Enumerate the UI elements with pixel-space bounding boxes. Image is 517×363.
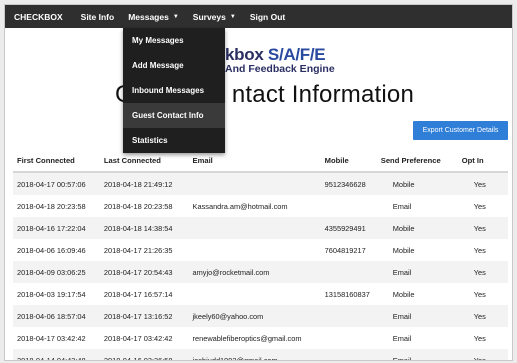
- table-row: 2018-04-09 03:06:25 2018-04-17 20:54:43 …: [13, 261, 508, 283]
- table-cell: [324, 305, 381, 327]
- table-row: 2018-04-17 00:57:06 2018-04-18 21:49:12 …: [13, 172, 508, 195]
- guest-contact-table: First Connected Last Connected Email Mob…: [13, 150, 508, 360]
- export-customer-details-button[interactable]: Export Customer Details: [413, 121, 508, 140]
- nav-messages-label: Messages: [128, 11, 169, 22]
- table-cell: [325, 327, 381, 349]
- table-cell: 2018-04-17 03:42:42: [103, 333, 173, 343]
- app-logo: kbox S/A/F/E And Feedback Engine: [225, 46, 335, 75]
- top-navbar: CHECKBOX Site Info Messages ▼ Surveys ▼ …: [5, 5, 512, 28]
- table-cell: Mobile: [392, 289, 415, 299]
- table-cell: [192, 172, 325, 195]
- table-cell: 2018-04-03 19:17:54: [17, 289, 86, 299]
- nav-surveys-label: Surveys: [192, 11, 226, 22]
- nav-surveys[interactable]: Surveys ▼: [193, 12, 236, 22]
- table-cell: Email: [392, 201, 412, 211]
- table-cell: 9512346628: [324, 172, 381, 195]
- table-cell: 2018-04-18 20:23:58: [103, 201, 173, 211]
- table-cell: Yes: [461, 305, 508, 327]
- table-cell: 2018-04-18 14:38:54: [103, 217, 193, 239]
- table-cell: Yes: [473, 201, 486, 211]
- nav-messages[interactable]: Messages ▼: [128, 12, 179, 22]
- table-cell: Mobile: [392, 245, 415, 255]
- table-cell: Email: [380, 261, 462, 283]
- table-cell: 4355929491: [324, 217, 381, 239]
- table-row: 2018-04-17 03:42:42 2018-04-17 03:42:42 …: [13, 327, 508, 349]
- table-header-row: First Connected Last Connected Email Mob…: [13, 150, 508, 173]
- logo-subtitle: And Feedback Engine: [225, 63, 335, 75]
- table-cell: Email: [380, 305, 462, 327]
- table-cell: 2018-04-18 21:49:12: [103, 172, 193, 195]
- table-cell: jkeely60@yahoo.com: [192, 305, 325, 327]
- brand-link[interactable]: CHECKBOX: [14, 12, 63, 22]
- column-header[interactable]: Last Connected: [103, 150, 193, 173]
- table-cell: Yes: [461, 261, 508, 283]
- table-cell: [192, 217, 325, 239]
- table-row: 2018-04-06 16:09:46 2018-04-17 21:26:35 …: [13, 239, 508, 261]
- table-cell: 7604819217: [324, 245, 366, 255]
- table-cell: 2018-04-09 03:06:25: [13, 261, 104, 283]
- table-cell: 2018-04-17 16:57:14: [103, 289, 173, 299]
- table-cell: 2018-04-17 00:57:06: [13, 172, 104, 195]
- caret-down-icon: ▼: [172, 13, 179, 20]
- table-cell: 2018-04-16 03:36:58: [103, 349, 193, 360]
- table-cell: Kassandra.am@hotmail.com: [192, 201, 288, 211]
- menu-item-statistics[interactable]: Statistics: [123, 128, 225, 153]
- table-cell: [324, 261, 381, 283]
- table-cell: 2018-04-17 20:54:43: [103, 261, 193, 283]
- table-cell: 2018-04-17 13:16:52: [103, 305, 193, 327]
- page-title-right: ntact Information: [231, 81, 415, 108]
- table-row: 2018-04-14 04:43:48 2018-04-16 03:36:58 …: [13, 349, 508, 360]
- table-row: 2018-04-06 18:57:04 2018-04-17 13:16:52 …: [13, 305, 508, 327]
- table-cell: Yes: [473, 333, 486, 343]
- table-cell: 2018-04-06 18:57:04: [13, 305, 104, 327]
- table-row: 2018-04-18 20:23:58 2018-04-18 20:23:58 …: [13, 195, 508, 217]
- logo-accent: S/A/F/E: [267, 45, 326, 64]
- table-cell: 2018-04-17 03:42:42: [17, 333, 86, 343]
- nav-sign-out[interactable]: Sign Out: [250, 12, 285, 22]
- table-cell: Yes: [461, 172, 508, 195]
- column-header[interactable]: Send Preference: [380, 150, 462, 173]
- table-cell: Yes: [461, 349, 508, 360]
- table-cell: 2018-04-17 21:26:35: [103, 245, 173, 255]
- table-cell: amyjo@rocketmail.com: [192, 261, 325, 283]
- menu-item-my-messages[interactable]: My Messages: [123, 28, 225, 53]
- browser-page: CHECKBOX Site Info Messages ▼ Surveys ▼ …: [4, 4, 513, 361]
- table-row: 2018-04-16 17:22:04 2018-04-18 14:38:54 …: [13, 217, 508, 239]
- table-cell: Email: [392, 333, 412, 343]
- table-cell: [324, 349, 381, 360]
- column-header[interactable]: Mobile: [324, 150, 381, 173]
- menu-item-add-message[interactable]: Add Message: [123, 53, 225, 78]
- nav-site-info[interactable]: Site Info: [81, 12, 115, 22]
- table-cell: Yes: [461, 217, 508, 239]
- column-header[interactable]: First Connected: [13, 150, 104, 173]
- menu-item-guest-contact-info[interactable]: Guest Contact Info: [123, 103, 225, 128]
- table-cell: 2018-04-06 16:09:46: [17, 245, 86, 255]
- logo-main-text: kbox S/A/F/E: [225, 46, 335, 63]
- table-cell: [193, 283, 325, 305]
- table-cell: 2018-04-14 04:43:48: [13, 349, 104, 360]
- table-cell: Mobile: [380, 172, 462, 195]
- table-cell: renewablefiberoptics@gmail.com: [192, 333, 302, 343]
- logo-main-visible: kbox: [225, 45, 268, 64]
- table-cell: Email: [380, 349, 462, 360]
- messages-dropdown-menu: My Messages Add Message Inbound Messages…: [123, 28, 225, 153]
- table-cell: Yes: [473, 245, 486, 255]
- table-cell: [325, 195, 381, 217]
- table-cell: [193, 239, 325, 261]
- table-cell: Yes: [473, 289, 486, 299]
- caret-down-icon: ▼: [229, 13, 236, 20]
- menu-item-inbound-messages[interactable]: Inbound Messages: [123, 78, 225, 103]
- column-header[interactable]: Email: [192, 150, 325, 173]
- table-row: 2018-04-03 19:17:54 2018-04-17 16:57:14 …: [13, 283, 508, 305]
- table-cell: 2018-04-16 17:22:04: [13, 217, 104, 239]
- table-cell: joshjudd1992@gmail.com: [192, 349, 325, 360]
- table-cell: 2018-04-18 20:23:58: [17, 201, 86, 211]
- table-cell: Mobile: [380, 217, 462, 239]
- column-header[interactable]: Opt In: [461, 150, 508, 173]
- table-cell: 13158160837: [324, 289, 370, 299]
